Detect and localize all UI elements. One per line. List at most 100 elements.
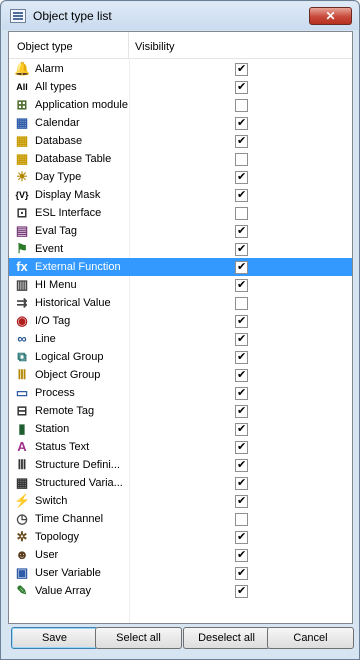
database-icon: ▦ (15, 133, 29, 148)
object-type-name: Process (35, 387, 75, 399)
table-row[interactable]: ▦ Calendar (9, 114, 352, 132)
visibility-checkbox[interactable] (235, 386, 248, 400)
table-row[interactable]: ✎ Value Array (9, 582, 352, 600)
table-row[interactable]: ✲ Topology (9, 528, 352, 546)
table-row[interactable]: ▥ HI Menu (9, 276, 352, 294)
object-type-name: Alarm (35, 63, 64, 75)
object-type-name: Display Mask (35, 189, 101, 201)
table-row[interactable]: ☻ User (9, 546, 352, 564)
object-type-name: Event (35, 243, 64, 255)
object-type-name: Switch (35, 495, 68, 507)
object-type-name: Remote Tag (35, 405, 95, 417)
table-row[interactable]: ⊞ Application module (9, 96, 352, 114)
visibility-checkbox[interactable] (235, 458, 248, 472)
visibility-checkbox[interactable] (235, 207, 248, 220)
title-bar[interactable]: Object type list ✕ (2, 2, 358, 30)
table-row[interactable]: Ⅲ Object Group (9, 366, 352, 384)
object-type-name: Station (35, 423, 70, 435)
visibility-checkbox[interactable] (235, 62, 248, 76)
window-title: Object type list (33, 9, 112, 23)
object-type-name: Historical Value (35, 297, 111, 309)
visibility-checkbox[interactable] (235, 188, 248, 202)
visibility-checkbox[interactable] (235, 242, 248, 256)
visibility-checkbox[interactable] (235, 278, 248, 292)
visibility-checkbox[interactable] (235, 476, 248, 490)
column-header-visibility[interactable]: Visibility (129, 32, 352, 59)
visibility-checkbox[interactable] (235, 440, 248, 454)
select-all-button[interactable]: Select all (95, 627, 182, 649)
visibility-checkbox[interactable] (235, 134, 248, 148)
hi-menu-icon: ▥ (15, 277, 29, 292)
table-row[interactable]: 🔔 Alarm (9, 60, 352, 78)
table-row[interactable]: ⊡ ESL Interface (9, 204, 352, 222)
table-body: 🔔 Alarm All All types ⊞ Application module ▦ Ca… (9, 60, 352, 600)
event-icon: ⚑ (16, 241, 28, 256)
object-type-name: ESL Interface (35, 207, 102, 219)
structured-variable-icon: ▦ (15, 475, 29, 490)
visibility-checkbox[interactable] (235, 314, 248, 328)
table-row[interactable]: ◷ Time Channel (9, 510, 352, 528)
table-row[interactable]: All All types (9, 78, 352, 96)
table-row[interactable]: {V} Display Mask (9, 186, 352, 204)
visibility-checkbox[interactable] (235, 153, 248, 166)
time-channel-icon: ◷ (16, 511, 28, 526)
table-row[interactable]: ▣ User Variable (9, 564, 352, 582)
object-type-name: Object Group (35, 369, 101, 381)
object-type-list-dialog: Object type list ✕ Object type Visibilit… (0, 0, 360, 660)
object-type-name: External Function (35, 261, 121, 273)
table-row[interactable]: fx External Function (9, 258, 352, 276)
visibility-checkbox[interactable] (235, 566, 248, 580)
table-row[interactable]: ▦ Structured Varia... (9, 474, 352, 492)
close-button[interactable]: ✕ (309, 7, 352, 25)
day-type-icon: ☀ (16, 169, 28, 184)
visibility-checkbox[interactable] (235, 350, 248, 364)
visibility-checkbox[interactable] (235, 422, 248, 436)
table-row[interactable]: ▭ Process (9, 384, 352, 402)
table-row[interactable]: ▦ Database Table (9, 150, 352, 168)
list-icon (10, 9, 26, 23)
visibility-checkbox[interactable] (235, 224, 248, 238)
display-mask-icon: {V} (15, 190, 29, 200)
eval-tag-icon: ▤ (15, 223, 29, 238)
table-row[interactable]: ☀ Day Type (9, 168, 352, 186)
object-type-name: Structure Defini... (35, 459, 120, 471)
visibility-checkbox[interactable] (235, 368, 248, 382)
table-row[interactable]: ⧉ Logical Group (9, 348, 352, 366)
column-header-object-type[interactable]: Object type (9, 32, 129, 59)
object-type-name: User (35, 549, 59, 561)
table-header: Object type Visibility (9, 32, 352, 59)
visibility-checkbox[interactable] (235, 332, 248, 346)
visibility-checkbox[interactable] (235, 548, 248, 562)
object-type-name: User Variable (35, 567, 101, 579)
table-row[interactable]: ▮ Station (9, 420, 352, 438)
visibility-checkbox[interactable] (235, 80, 248, 94)
visibility-checkbox[interactable] (235, 494, 248, 508)
table-row[interactable]: ⇉ Historical Value (9, 294, 352, 312)
table-row[interactable]: ◉ I/O Tag (9, 312, 352, 330)
deselect-all-button[interactable]: Deselect all (183, 627, 270, 649)
visibility-checkbox[interactable] (235, 513, 248, 526)
visibility-checkbox[interactable] (235, 116, 248, 130)
visibility-checkbox[interactable] (235, 404, 248, 418)
table-row[interactable]: ⚑ Event (9, 240, 352, 258)
visibility-checkbox[interactable] (235, 260, 248, 274)
visibility-checkbox[interactable] (235, 530, 248, 544)
object-type-name: Topology (35, 531, 80, 543)
cancel-button[interactable]: Cancel (267, 627, 354, 649)
external-function-icon: fx (16, 259, 28, 274)
application-module-icon: ⊞ (16, 97, 28, 112)
table-row[interactable]: ⊟ Remote Tag (9, 402, 352, 420)
object-type-name: Value Array (35, 585, 92, 597)
table-row[interactable]: ▦ Database (9, 132, 352, 150)
object-type-name: HI Menu (35, 279, 77, 291)
visibility-checkbox[interactable] (235, 297, 248, 310)
visibility-checkbox[interactable] (235, 99, 248, 112)
visibility-checkbox[interactable] (235, 170, 248, 184)
table-row[interactable]: ▤ Eval Tag (9, 222, 352, 240)
save-button[interactable]: Save (11, 627, 98, 649)
table-row[interactable]: Ⅲ Structure Defini... (9, 456, 352, 474)
table-row[interactable]: A Status Text (9, 438, 352, 456)
visibility-checkbox[interactable] (235, 584, 248, 598)
table-row[interactable]: ⚡ Switch (9, 492, 352, 510)
table-row[interactable]: ∞ Line (9, 330, 352, 348)
